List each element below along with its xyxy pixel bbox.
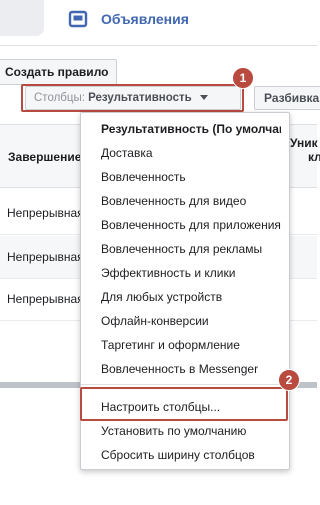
column-header-unique-line1: Уник [290, 136, 318, 150]
ads-tab[interactable]: Объявления [68, 9, 189, 29]
menu-item-performance-clicks[interactable]: Эффективность и клики [101, 261, 281, 285]
callout-badge-1: 1 [232, 67, 254, 89]
menu-item-engagement[interactable]: Вовлеченность [101, 165, 281, 189]
ads-manager-icon [68, 9, 88, 29]
ads-tab-title: Объявления [101, 11, 189, 27]
menu-item-cross-device[interactable]: Для любых устройств [101, 285, 281, 309]
column-header-unique-line2: кл [308, 150, 320, 164]
table-cell-end: Непрерывная [7, 292, 84, 306]
menu-item-messenger-engagement[interactable]: Вовлеченность в Messenger [101, 357, 281, 381]
menu-item-targeting-creative[interactable]: Таргетинг и оформление [101, 333, 281, 357]
top-tab-bar: Объявления [0, 0, 317, 46]
menu-item-label: Результативность (По умолчанию) [101, 122, 281, 136]
menu-item-ad-engagement[interactable]: Вовлеченность для рекламы [101, 237, 281, 261]
table-cell-end: Непрерывная [7, 206, 84, 220]
menu-item-offline-conversions[interactable]: Офлайн-конверсии [101, 309, 281, 333]
previous-tab[interactable] [0, 0, 44, 36]
callout-box-2 [80, 387, 288, 421]
callout-badge-2: 2 [278, 369, 300, 391]
column-header-unique[interactable]: Уник кл [290, 136, 320, 164]
column-header-end[interactable]: Завершение [8, 150, 81, 164]
menu-item-video-engagement[interactable]: Вовлеченность для видео [101, 189, 281, 213]
menu-item-delivery[interactable]: Доставка [101, 141, 281, 165]
menu-divider [81, 384, 289, 385]
table-cell-end: Непрерывная [7, 250, 84, 264]
create-rule-button[interactable]: Создать правило [0, 59, 118, 85]
menu-item-set-as-default[interactable]: Установить по умолчанию [101, 419, 281, 443]
breakdown-dropdown-button[interactable]: Разбивка [254, 86, 320, 110]
callout-box-1 [21, 84, 244, 112]
menu-item-performance[interactable]: ✔ Результативность (По умолчанию) [101, 117, 281, 141]
menu-item-app-engagement[interactable]: Вовлеченность для приложения [101, 213, 281, 237]
menu-item-reset-column-widths[interactable]: Сбросить ширину столбцов [101, 443, 281, 467]
